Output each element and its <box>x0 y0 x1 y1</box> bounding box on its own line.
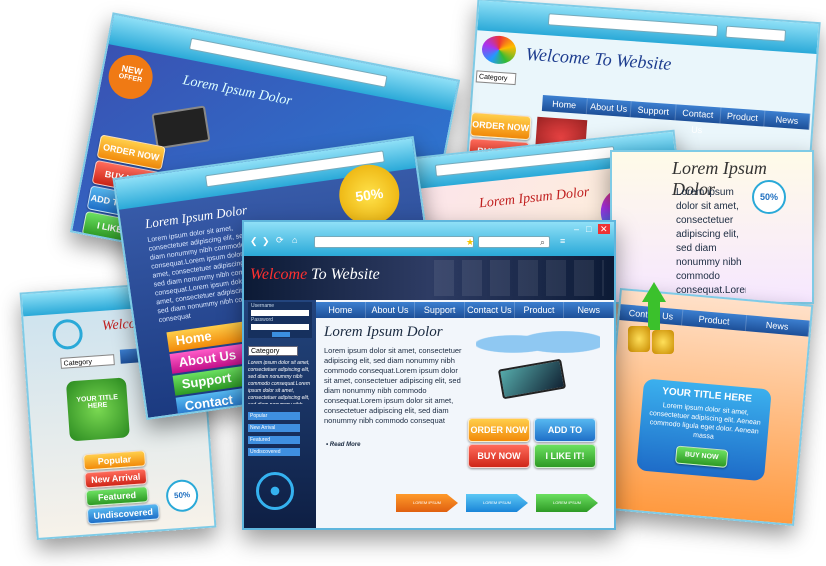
address-bar[interactable] <box>547 13 719 38</box>
world-map-image <box>476 324 600 364</box>
window-toolbar: ❮ ❯ ⟳ ⌂ ★ ⌕ ≡ – □ ✕ <box>244 222 614 256</box>
add-to-cart-button[interactable]: ADD TO CART <box>534 418 596 457</box>
minimize-icon[interactable]: – <box>574 224 579 234</box>
nav-product[interactable]: Product <box>720 107 766 127</box>
back-arrow-icon[interactable]: ❮ <box>250 236 258 246</box>
address-bar[interactable] <box>314 236 474 248</box>
arrow-label-green[interactable]: LOREM IPSUM <box>536 494 598 512</box>
home-icon[interactable]: ⌂ <box>292 235 297 245</box>
username-label: Username <box>251 303 275 309</box>
nav-contact[interactable]: Contact Us <box>675 104 722 135</box>
sidebar-undiscovered[interactable]: Undiscovered <box>86 503 160 525</box>
category-select[interactable]: Category <box>248 346 298 356</box>
sidebar-link-featured[interactable]: Featured <box>248 436 300 444</box>
promo-buy-button[interactable]: BUY NOW <box>674 445 729 468</box>
content-paragraph: Lorem ipsum dolor sit amet, consectetuer… <box>324 346 462 425</box>
buy-now-button[interactable]: BUY NOW <box>468 444 530 468</box>
logo-icon <box>481 34 517 66</box>
nav-support[interactable]: Support <box>630 101 677 121</box>
new-offer-badge: NEW OFFER <box>104 51 157 103</box>
nav-about[interactable]: About Us <box>586 98 633 118</box>
menu-icon[interactable]: ≡ <box>560 236 565 246</box>
sidebar-paragraph: Lorem ipsum dolor sit amet, consectetuer… <box>248 360 310 404</box>
nav-news[interactable]: News <box>745 315 810 337</box>
header-banner: Welcome To Website <box>244 256 614 300</box>
close-icon[interactable]: ✕ <box>598 224 610 234</box>
nav-news[interactable]: News <box>764 110 811 130</box>
site-title-rest: To Website <box>311 266 380 283</box>
glass-tiles-decoration <box>434 260 604 296</box>
maximize-icon[interactable]: □ <box>586 224 591 234</box>
main-nav: Home About Us Support Contact Us Product… <box>316 302 614 318</box>
login-button[interactable] <box>272 332 290 337</box>
sidebar-popular[interactable]: Popular <box>83 450 146 471</box>
sidebar-link-popular[interactable]: Popular <box>248 412 300 420</box>
sidebar: Username Password Category Lorem ipsum d… <box>244 300 316 528</box>
content-heading: Lorem Ipsum Dolor <box>478 184 591 212</box>
arrow-label-orange[interactable]: LOREM IPSUM <box>396 494 458 512</box>
order-now-button[interactable]: ORDER NOW <box>469 112 532 141</box>
password-label: Password <box>251 317 273 323</box>
percent-badge: 50% <box>752 180 786 214</box>
arrow-label-blue[interactable]: LOREM IPSUM <box>466 494 528 512</box>
sidebar-link-undiscovered[interactable]: Undiscovered <box>248 448 300 456</box>
promo-text: Lorem ipsum dolor sit amet, consectetuer… <box>649 402 761 441</box>
refresh-icon[interactable]: ⟳ <box>276 235 284 245</box>
growth-coins-image <box>620 282 680 362</box>
content-heading: Lorem Ipsum Dolor <box>324 324 443 340</box>
star-icon[interactable]: ★ <box>466 237 474 247</box>
nav-home[interactable]: Home <box>316 302 366 318</box>
read-more-link[interactable]: • Read More <box>326 440 360 451</box>
password-field[interactable] <box>251 324 309 330</box>
window-front: ❮ ❯ ⟳ ⌂ ★ ⌕ ≡ – □ ✕ Welcome To Website U… <box>242 220 616 530</box>
tablet-image <box>151 105 211 150</box>
content-heading: Lorem Ipsum Dolor <box>181 73 294 109</box>
nav-product[interactable]: Product <box>515 302 565 318</box>
category-label: Category <box>63 358 93 368</box>
login-box: Username Password <box>248 302 312 338</box>
search-icon[interactable]: ⌕ <box>540 237 545 247</box>
address-bar[interactable] <box>434 146 616 177</box>
window-right-text: Lorem Ipsum Dolor Lorem ipsum dolor sit … <box>610 150 814 304</box>
order-now-button[interactable]: ORDER NOW <box>468 418 530 442</box>
percent-seal-text: 50% <box>354 184 385 205</box>
nav-about[interactable]: About Us <box>366 302 416 318</box>
category-label: Category <box>251 348 280 355</box>
category-select[interactable]: Category <box>475 70 517 86</box>
featured-title: YOUR TITLE HERE <box>76 393 119 411</box>
i-like-it-button[interactable]: I LIKE IT! <box>534 444 596 468</box>
nav-contact[interactable]: Contact Us <box>465 302 515 318</box>
percent-badge: 50% <box>165 478 200 513</box>
promo-card: YOUR TITLE HERE Lorem ipsum dolor sit am… <box>636 378 772 482</box>
featured-badge: YOUR TITLE HERE <box>65 377 130 442</box>
category-label: Category <box>478 73 508 83</box>
tablet-image <box>497 358 567 400</box>
dial-logo-icon <box>51 318 84 351</box>
nav-support[interactable]: Support <box>415 302 466 318</box>
sidebar-link-new-arrival[interactable]: New Arrival <box>248 424 300 432</box>
sidebar-new-arrival[interactable]: New Arrival <box>84 468 148 489</box>
nav-news[interactable]: News <box>564 302 614 318</box>
content-paragraph: Lorem ipsum dolor sit amet, consectetuer… <box>676 187 746 296</box>
search-bar[interactable] <box>725 25 787 42</box>
dial-logo-icon <box>256 472 294 510</box>
site-title: Welcome To Website <box>250 266 380 284</box>
category-select[interactable]: Category <box>60 354 115 369</box>
forward-arrow-icon[interactable]: ❯ <box>262 236 270 246</box>
site-title-welcome: Welcome <box>250 266 308 283</box>
site-title: Welcome To Website <box>525 43 673 74</box>
sidebar-featured[interactable]: Featured <box>85 486 149 507</box>
nav-home[interactable]: Home <box>541 95 588 115</box>
nav-product[interactable]: Product <box>682 309 747 332</box>
